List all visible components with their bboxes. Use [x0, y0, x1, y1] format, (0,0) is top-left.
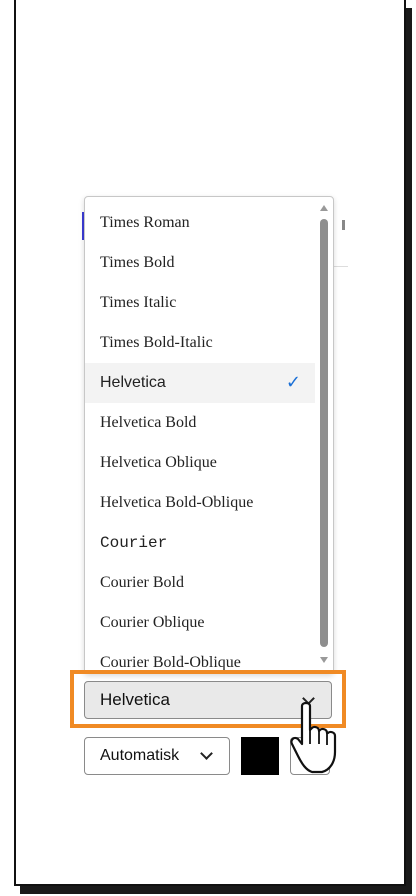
font-options: Times Roman Times Bold Times Italic Times B…: [85, 203, 315, 673]
font-option[interactable]: Times Bold-Italic: [85, 323, 315, 363]
font-option-label: Times Roman: [100, 214, 190, 231]
size-select[interactable]: Automatisk: [84, 737, 230, 775]
font-option[interactable]: Times Bold: [85, 243, 315, 283]
size-select-value: Automatisk: [100, 747, 180, 764]
background-mark: [342, 220, 345, 230]
background-divider: [332, 266, 348, 267]
font-option-label: Courier Oblique: [100, 614, 205, 631]
font-option[interactable]: Helvetica Oblique: [85, 443, 315, 483]
hand-pointer-icon: [290, 701, 337, 774]
font-option-label: Courier Bold: [100, 574, 184, 591]
font-option-label: Helvetica: [100, 374, 166, 391]
scroll-up-arrow-icon[interactable]: [320, 205, 328, 211]
font-option-label: Times Bold: [100, 254, 175, 271]
scroll-thumb[interactable]: [320, 219, 328, 647]
scrollbar[interactable]: [319, 203, 329, 665]
font-option-label: Times Bold-Italic: [100, 334, 213, 351]
font-option[interactable]: Helvetica Bold: [85, 403, 315, 443]
font-dropdown-list[interactable]: Times Roman Times Bold Times Italic Times B…: [84, 196, 334, 674]
font-option-label: Helvetica Bold-Oblique: [100, 494, 254, 511]
checkmark-icon: ✓: [285, 372, 301, 393]
scroll-down-arrow-icon[interactable]: [320, 657, 328, 663]
font-option[interactable]: Courier Bold: [85, 563, 315, 603]
font-option-label: Courier: [100, 534, 168, 552]
chevron-down-icon: [200, 747, 213, 760]
font-option-label: Courier Bold-Oblique: [100, 654, 241, 671]
font-option[interactable]: Helvetica Bold-Oblique: [85, 483, 315, 523]
color-swatch[interactable]: [241, 737, 279, 775]
font-option[interactable]: Times Roman: [85, 203, 315, 243]
font-option[interactable]: Times Italic: [85, 283, 315, 323]
font-select-value: Helvetica: [100, 690, 170, 709]
font-option-label: Times Italic: [100, 294, 177, 311]
font-option[interactable]: Courier: [85, 523, 315, 563]
font-option[interactable]: Courier Oblique: [85, 603, 315, 643]
font-option-label: Helvetica Oblique: [100, 454, 217, 471]
font-option-label: Helvetica Bold: [100, 414, 197, 431]
font-option[interactable]: Helvetica ✓: [85, 363, 315, 403]
